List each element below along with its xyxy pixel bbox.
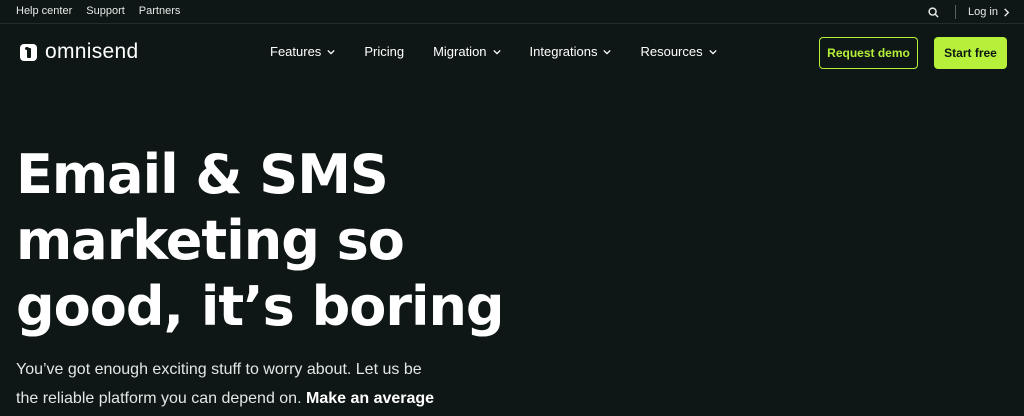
chevron-down-icon xyxy=(327,49,335,55)
nav-item-resources[interactable]: Resources xyxy=(640,44,717,59)
hero-subtitle-line: You’ve got enough exciting stuff to worr… xyxy=(16,361,422,378)
nav-item-label: Migration xyxy=(433,44,487,59)
utility-right: Log in xyxy=(925,3,1010,21)
nav-item-pricing[interactable]: Pricing xyxy=(364,44,404,59)
utility-links: Help center Support Partners xyxy=(16,5,180,17)
hero-title-line: marketing so xyxy=(16,209,405,272)
brand-name: omnisend xyxy=(45,40,139,63)
hero-title-line: good, it’s boring xyxy=(16,275,505,338)
hero-title: Email & SMS marketing so good, it’s bori… xyxy=(16,142,536,340)
brand-logo[interactable]: omnisend xyxy=(20,40,138,64)
nav-item-migration[interactable]: Migration xyxy=(433,44,501,59)
login-label: Log in xyxy=(968,6,998,18)
nav-item-label: Integrations xyxy=(529,44,598,59)
request-demo-button[interactable]: Request demo xyxy=(819,37,918,69)
nav-menu: Features Pricing Migration Integrations … xyxy=(270,44,746,59)
nav-item-label: Resources xyxy=(640,44,703,59)
omnisend-logo-icon xyxy=(20,43,37,61)
chevron-down-icon xyxy=(492,49,501,55)
partners-link[interactable]: Partners xyxy=(139,5,181,17)
support-link[interactable]: Support xyxy=(86,5,125,17)
search-icon[interactable] xyxy=(925,4,941,20)
nav-item-label: Pricing xyxy=(364,44,405,59)
top-utility-bar: Help center Support Partners Log in xyxy=(0,0,1024,24)
help-center-link[interactable]: Help center xyxy=(16,5,72,17)
divider xyxy=(955,5,957,19)
main-nav: omnisend Features Pricing Migration Inte… xyxy=(0,25,1024,81)
hero-title-line: Email & SMS xyxy=(16,143,389,206)
nav-item-integrations[interactable]: Integrations xyxy=(530,44,612,59)
hero-subtitle: You’ve got enough exciting stuff to worr… xyxy=(16,355,456,413)
hero-subtitle-emphasis: Make an average xyxy=(305,390,435,407)
start-free-button[interactable]: Start free xyxy=(934,37,1007,69)
nav-item-features[interactable]: Features xyxy=(270,44,335,59)
chevron-down-icon xyxy=(603,49,612,55)
hero-subtitle-line: the reliable platform you can depend on. xyxy=(16,390,302,407)
chevron-down-icon xyxy=(708,49,717,55)
login-link[interactable]: Log in xyxy=(968,6,1010,18)
nav-item-label: Features xyxy=(270,44,322,59)
chevron-right-icon xyxy=(1004,7,1010,17)
